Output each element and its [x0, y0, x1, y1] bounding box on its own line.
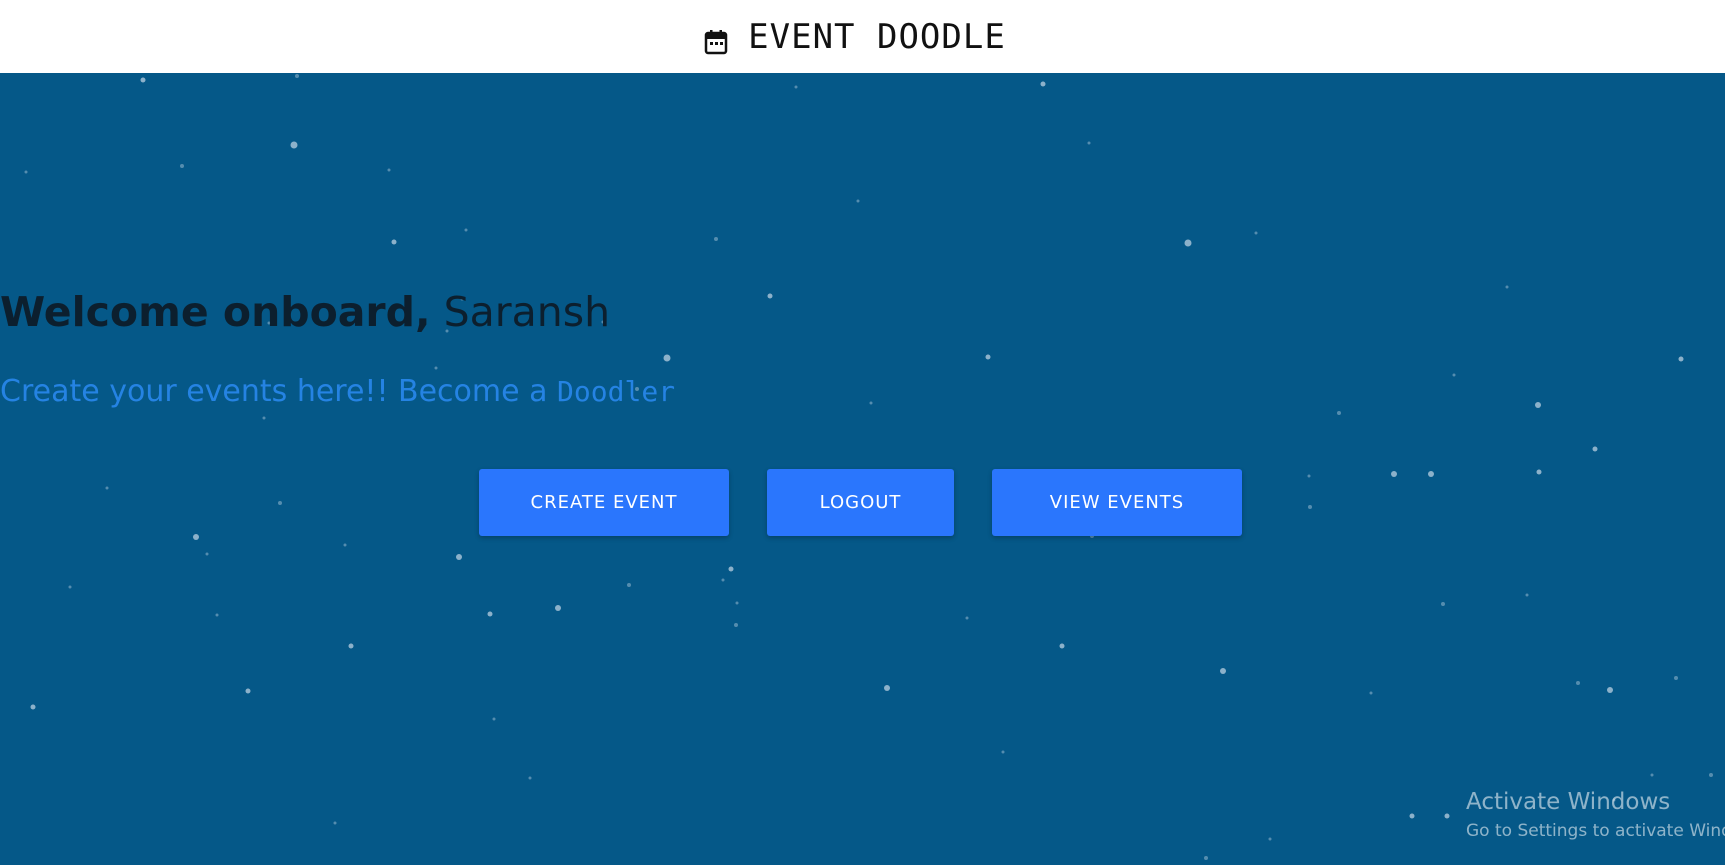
particle-dot: [1607, 687, 1613, 693]
particle-dot: [343, 543, 347, 547]
tagline: Create your events here!! Become a Doodl…: [0, 374, 1725, 409]
particle-dot: [391, 239, 397, 245]
particle-dot: [1220, 668, 1226, 674]
particle-dot: [1308, 505, 1312, 509]
particle-dot: [1709, 773, 1713, 777]
particle-dot: [1001, 750, 1005, 754]
particle-dot: [262, 416, 266, 420]
particle-dot: [1059, 643, 1065, 649]
particle-dot: [663, 354, 671, 362]
watermark-title: Activate Windows: [1466, 789, 1671, 815]
particle-dot: [528, 776, 532, 780]
particle-dot: [487, 611, 493, 617]
particle-dot: [1525, 593, 1529, 597]
particle-dot: [1576, 681, 1580, 685]
particle-dot: [1678, 356, 1684, 362]
particle-dot: [30, 704, 36, 710]
particle-dot: [1444, 813, 1450, 819]
particle-dot: [1254, 231, 1258, 235]
particle-dot: [1307, 474, 1311, 478]
particle-dot: [794, 85, 798, 89]
particle-dot: [1337, 411, 1341, 415]
calendar-icon: [704, 24, 728, 54]
particle-dot: [105, 486, 109, 490]
particle-dot: [734, 623, 738, 627]
tagline-text: Create your events here!! Become a: [0, 374, 548, 409]
particle-dot: [434, 366, 438, 370]
particle-dot: [387, 168, 391, 172]
view-events-button[interactable]: VIEW EVENTS: [992, 469, 1242, 536]
particle-dot: [140, 77, 146, 83]
particle-dot: [464, 228, 468, 232]
particle-dot: [1087, 141, 1091, 145]
particle-dot: [627, 583, 631, 587]
particle-dot: [721, 578, 725, 582]
particle-dot: [1391, 471, 1397, 477]
tagline-doodler: Doodler: [557, 375, 676, 408]
welcome-greeting: Welcome onboard,: [0, 288, 431, 336]
particle-dot: [735, 601, 739, 605]
brand[interactable]: EVENT DOODLE: [704, 17, 1006, 57]
particle-dot: [456, 554, 462, 560]
particle-dot: [1441, 602, 1445, 606]
user-name: Saransh: [443, 288, 611, 336]
brand-title: EVENT DOODLE: [748, 16, 1006, 57]
particle-dot: [1592, 446, 1598, 452]
particle-dot: [714, 237, 718, 241]
particle-dot: [492, 717, 496, 721]
particle-dot: [965, 616, 969, 620]
particle-dot: [1369, 691, 1373, 695]
particle-dot: [1268, 837, 1272, 841]
particle-dot: [555, 605, 561, 611]
particle-dot: [856, 199, 860, 203]
particle-dot: [1674, 676, 1678, 680]
particle-dot: [1428, 471, 1434, 477]
create-event-button[interactable]: CREATE EVENT: [479, 469, 729, 536]
top-navbar: EVENT DOODLE: [0, 0, 1725, 73]
particle-dot: [333, 821, 337, 825]
particle-dot: [24, 170, 28, 174]
particle-dot: [1536, 469, 1542, 475]
particle-dot: [1184, 239, 1192, 247]
particle-dot: [295, 74, 299, 78]
particle-dot: [278, 501, 282, 505]
particle-dot: [1040, 81, 1046, 87]
particle-dot: [348, 643, 354, 649]
particle-dot: [245, 688, 251, 694]
particle-dot: [180, 164, 184, 168]
particle-dot: [290, 141, 298, 149]
particle-dot: [884, 685, 890, 691]
welcome-heading: Welcome onboard, Saransh: [0, 288, 1725, 336]
particle-dot: [68, 585, 72, 589]
particle-dot: [193, 534, 199, 540]
particle-dot: [1204, 856, 1208, 860]
particle-dot: [1409, 813, 1415, 819]
particle-dot: [1650, 773, 1654, 777]
particle-dot: [215, 613, 219, 617]
particle-dot: [985, 354, 991, 360]
watermark-subtitle: Go to Settings to activate Windows.: [1466, 821, 1725, 841]
particle-dot: [205, 552, 209, 556]
windows-activation-watermark: Activate Windows Go to Settings to activ…: [1466, 789, 1725, 841]
logout-button[interactable]: LOGOUT: [767, 469, 954, 536]
particle-dot: [728, 566, 734, 572]
